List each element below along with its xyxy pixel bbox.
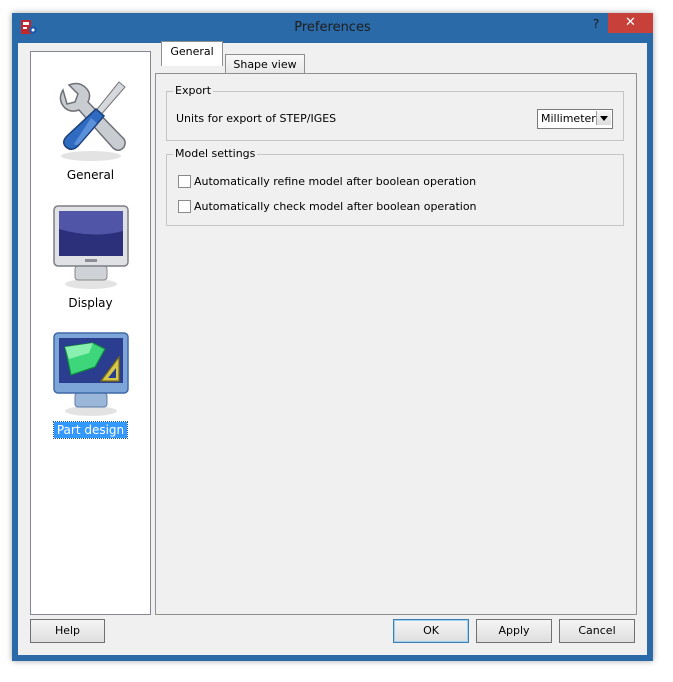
context-help-button[interactable]: ? [587,15,605,33]
title-bar[interactable]: Preferences ? ✕ [12,13,653,43]
help-button[interactable]: Help [30,619,105,643]
category-item-display[interactable]: Display [31,204,150,324]
close-button[interactable]: ✕ [608,13,653,33]
units-select-value: Millimeter [541,112,596,125]
model-settings-group-title: Model settings [173,147,258,160]
window-title: Preferences [294,20,371,35]
category-label-display: Display [68,296,113,310]
tab-general[interactable]: General [161,41,223,66]
units-label: Units for export of STEP/IGES [176,112,337,125]
settings-page: Export Units for export of STEP/IGES Mil… [155,73,637,615]
chevron-down-icon[interactable] [596,111,611,125]
model-settings-group: Model settings Automatically refine mode… [166,147,624,226]
part-design-monitor-icon [53,332,129,416]
category-list[interactable]: General Display Part design [30,51,151,615]
category-label-part-design: Part design [52,421,129,439]
export-group-title: Export [173,84,214,97]
category-item-general[interactable]: General [31,76,150,196]
cancel-button[interactable]: Cancel [559,619,635,643]
apply-button[interactable]: Apply [476,619,552,643]
export-group: Export Units for export of STEP/IGES Mil… [166,84,624,141]
preferences-window: Preferences ? ✕ General Display Part des… [12,13,653,661]
refine-model-label[interactable]: Automatically refine model after boolean… [194,175,476,188]
check-model-label[interactable]: Automatically check model after boolean … [194,200,477,213]
check-model-checkbox[interactable] [178,200,191,213]
units-select[interactable]: Millimeter [537,109,613,129]
monitor-icon [53,205,129,289]
category-item-part-design[interactable]: Part design [31,331,150,451]
wrench-screwdriver-icon [59,81,126,161]
ok-button[interactable]: OK [393,619,469,643]
refine-model-checkbox[interactable] [178,175,191,188]
category-label-general: General [66,168,115,182]
dialog-body: General Display Part design General Shap… [18,41,647,655]
